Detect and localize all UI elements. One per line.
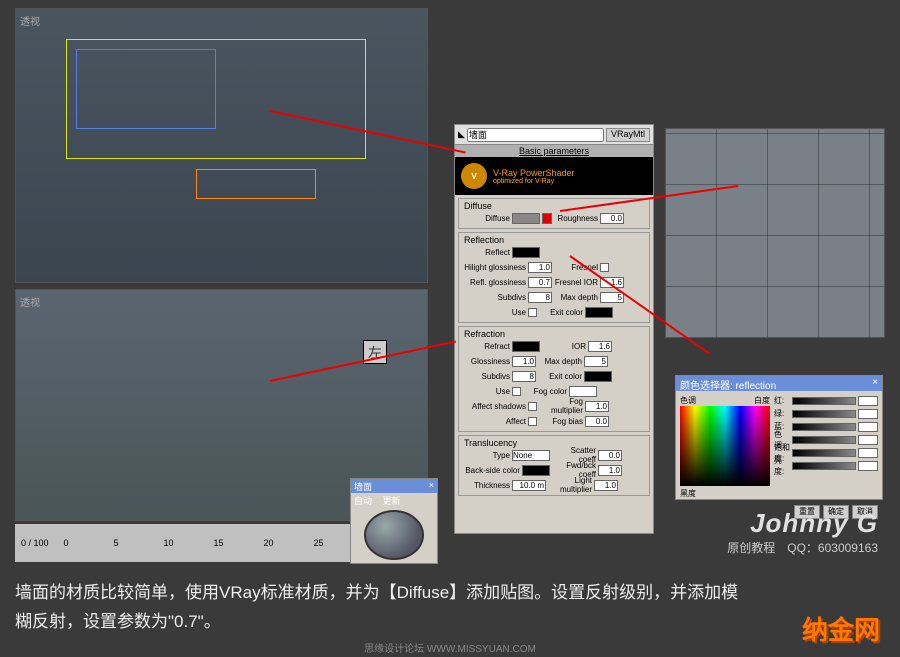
- red-slider[interactable]: [792, 397, 856, 405]
- author-name: Johnny G: [727, 508, 878, 539]
- ruler-range: 0 / 100: [21, 538, 49, 548]
- vray-logo-bar: V V-Ray PowerShader optimized for V-Ray: [455, 157, 653, 195]
- color-sliders: 红: 绿: 蓝: 色调: 饱和度: 亮度:: [774, 395, 878, 499]
- hue-slider[interactable]: [792, 436, 856, 444]
- diffuse-swatch[interactable]: [512, 213, 540, 224]
- refract-swatch[interactable]: [512, 341, 540, 352]
- author-credit: Johnny G 原创教程 QQ：603009163: [727, 508, 878, 556]
- vray-shader-name: V-Ray PowerShader: [493, 168, 575, 178]
- viewport-perspective[interactable]: 透视: [15, 8, 428, 283]
- site-logo: 纳金网: [802, 610, 880, 647]
- viewport-label: 透视: [20, 294, 40, 309]
- translucency-group: Translucency TypeNoneScatter coeff0.0 Ba…: [458, 435, 650, 496]
- rgloss-input[interactable]: 0.7: [528, 277, 552, 288]
- footer-watermark: 思缘设计论坛 WWW.MISSYUAN.COM: [364, 640, 536, 655]
- tab-auto[interactable]: 自动: [354, 496, 372, 506]
- reflection-group: Reflection Reflect Hilight glossiness1.0…: [458, 232, 650, 323]
- sat-slider[interactable]: [792, 449, 856, 457]
- basic-params-header[interactable]: Basic parameters: [455, 145, 653, 157]
- material-title: 墙面: [354, 480, 372, 492]
- refraction-group: Refraction RefractIOR1.6 Glossiness1.0Ma…: [458, 326, 650, 432]
- material-sphere-preview: [364, 510, 424, 560]
- type-select[interactable]: None: [512, 450, 550, 461]
- reflect-swatch[interactable]: [512, 247, 540, 258]
- material-title-bar[interactable]: 墙面 ×: [351, 479, 437, 493]
- subdivs-input[interactable]: 8: [528, 292, 552, 303]
- color-picker-titlebar[interactable]: 颜色选择器: reflection ×: [676, 376, 882, 391]
- panel-header: ◣ VRayMtl: [455, 125, 653, 145]
- diffuse-map-button[interactable]: [542, 213, 552, 224]
- eyedropper-icon[interactable]: ◣: [458, 129, 465, 140]
- tab-update[interactable]: 更新: [383, 496, 401, 506]
- color-picker-title: 颜色选择器: reflection: [680, 377, 776, 390]
- color-picker-dialog[interactable]: 颜色选择器: reflection × 色调白度 黑度 红: 绿: 蓝: 色调:…: [675, 375, 883, 500]
- color-gradient[interactable]: [680, 406, 770, 486]
- material-type-button[interactable]: VRayMtl: [606, 128, 650, 142]
- green-slider[interactable]: [792, 410, 856, 418]
- hgloss-input[interactable]: 1.0: [528, 262, 552, 273]
- roughness-input[interactable]: 0.0: [600, 213, 624, 224]
- material-name-input[interactable]: [467, 128, 604, 142]
- material-preview-window[interactable]: 墙面 × 自动 更新: [350, 478, 438, 564]
- vray-material-panel: ◣ VRayMtl Basic parameters V V-Ray Power…: [454, 124, 654, 534]
- wireframe-overlay: [16, 9, 427, 282]
- fresnel-check[interactable]: [600, 263, 609, 272]
- close-icon[interactable]: ×: [872, 377, 878, 390]
- material-tabs: 自动 更新: [351, 493, 437, 507]
- texture-grid: [666, 129, 884, 337]
- vray-logo-icon: V: [461, 163, 487, 189]
- close-icon[interactable]: ×: [429, 480, 434, 492]
- description-text: 墙面的材质比较简单，使用VRay标准材质，并为【Diffuse】添加贴图。设置反…: [15, 578, 755, 636]
- texture-preview: [665, 128, 885, 338]
- vray-shader-sub: optimized for V-Ray: [493, 178, 575, 185]
- val-slider[interactable]: [792, 462, 856, 470]
- blue-slider[interactable]: [792, 423, 856, 431]
